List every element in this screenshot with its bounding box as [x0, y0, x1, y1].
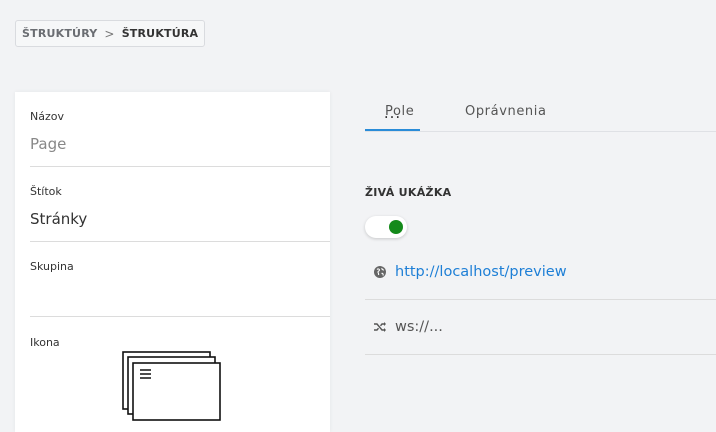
toggle-knob	[389, 220, 403, 234]
globe-icon	[374, 266, 386, 278]
tab-fields[interactable]: Pole	[385, 104, 414, 119]
breadcrumb: ŠTRUKTÚRY > ŠTRUKTÚRA	[15, 20, 206, 47]
tag-field[interactable]: Štítok Stránky	[30, 185, 330, 242]
tag-input[interactable]: Stránky	[30, 210, 330, 228]
form-panel: Názov Page Štítok Stránky Skupina Ikona	[15, 92, 330, 432]
name-label: Názov	[30, 110, 64, 123]
windows-stack-icon[interactable]	[120, 350, 230, 430]
tag-label: Štítok	[30, 185, 62, 198]
group-label: Skupina	[30, 260, 74, 273]
shuffle-icon	[374, 322, 386, 332]
breadcrumb-item-current: ŠTRUKTÚRA	[121, 27, 199, 40]
live-preview-toggle[interactable]	[365, 216, 407, 238]
breadcrumb-item-structures[interactable]: ŠTRUKTÚRY	[22, 27, 97, 40]
name-input[interactable]: Page	[30, 135, 330, 153]
websocket-row: ws://...	[365, 300, 716, 355]
preview-url-row: http://localhost/preview	[365, 245, 716, 300]
live-preview-title: ŽIVÁ UKÁŽKA	[365, 186, 452, 199]
tab-bar: Pole Oprávnenia ...	[365, 92, 716, 132]
tab-permissions[interactable]: Oprávnenia	[465, 104, 547, 119]
name-field[interactable]: Názov Page	[30, 110, 330, 167]
preview-url-link[interactable]: http://localhost/preview	[395, 264, 567, 280]
icon-label: Ikona	[30, 336, 60, 349]
group-field[interactable]: Skupina	[30, 260, 330, 317]
websocket-url: ws://...	[395, 319, 443, 335]
breadcrumb-separator: >	[104, 26, 115, 41]
